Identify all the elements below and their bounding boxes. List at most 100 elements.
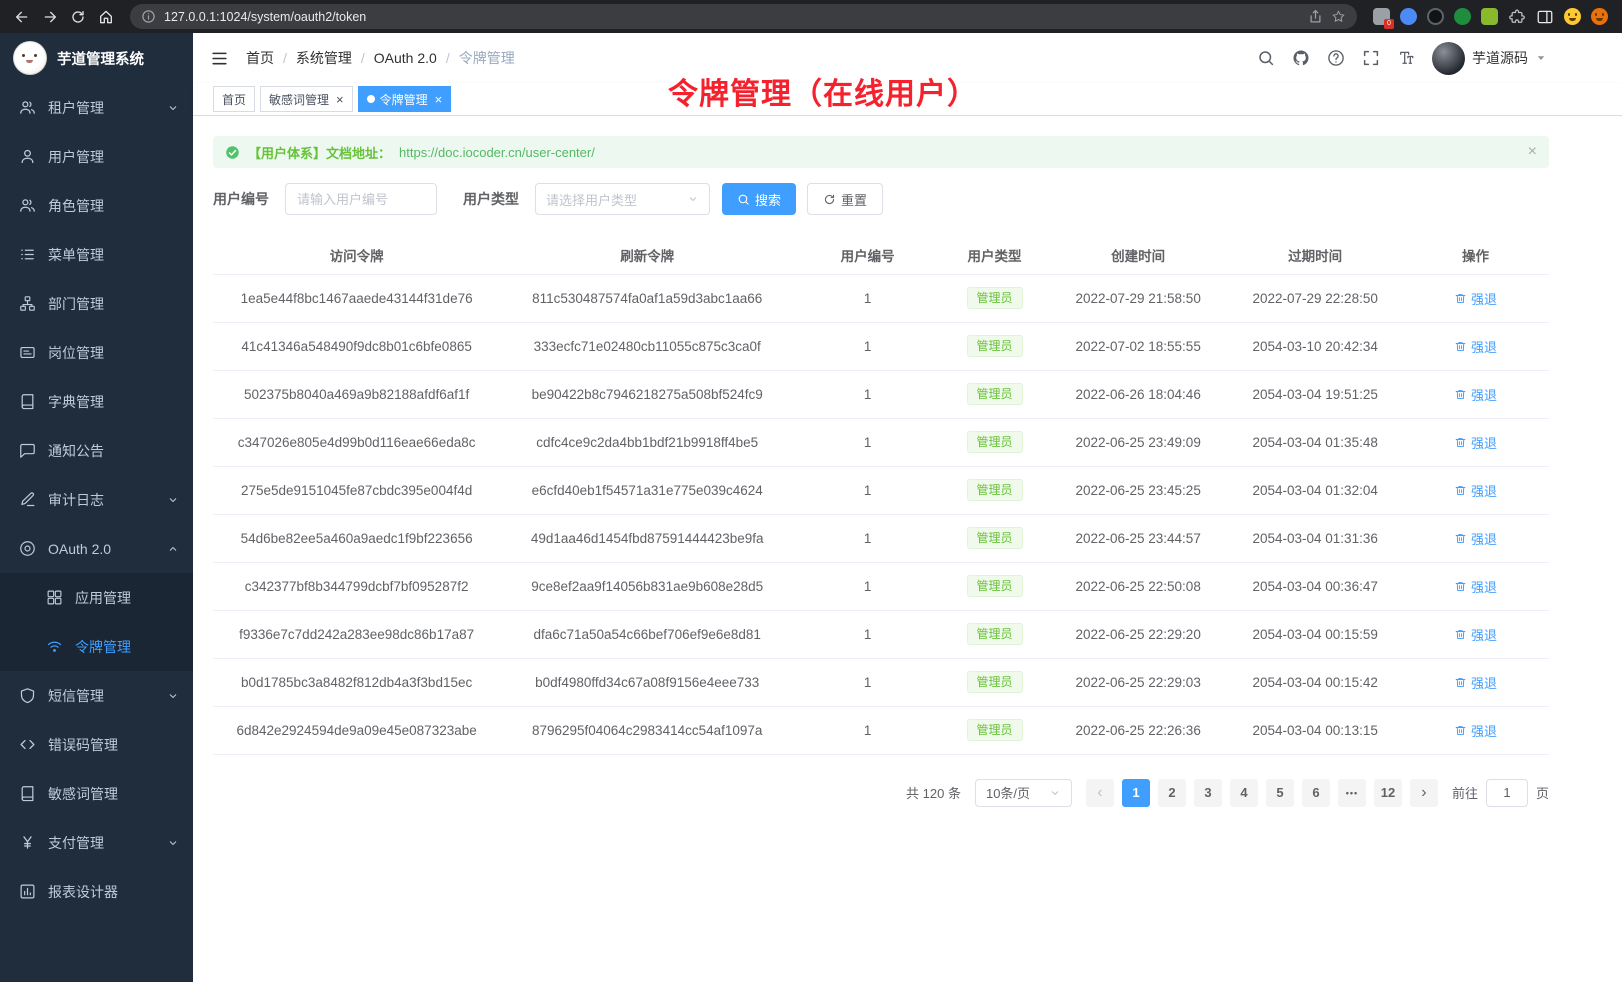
search-button-label: 搜索 [755, 190, 781, 209]
trash-icon [1454, 676, 1467, 689]
page-button-4[interactable]: 4 [1230, 779, 1258, 807]
page-button-5[interactable]: 5 [1266, 779, 1294, 807]
user-type-select[interactable]: 请选择用户类型 [535, 183, 710, 215]
sidebar-item-sms[interactable]: 短信管理 [0, 671, 193, 720]
force-logout-button[interactable]: 强退 [1454, 673, 1497, 692]
sidebar-item-error-code[interactable]: 错误码管理 [0, 720, 193, 769]
sidebar-item-role[interactable]: 角色管理 [0, 181, 193, 230]
force-logout-label: 强退 [1471, 385, 1497, 404]
sidebar-subitem-token[interactable]: 令牌管理 [0, 622, 193, 671]
browser-forward-icon[interactable] [38, 5, 62, 29]
breadcrumb-item[interactable]: 首页 [246, 48, 274, 68]
sidebar-item-sensitive-word[interactable]: 敏感词管理 [0, 769, 193, 818]
sidebar-item-tenant[interactable]: 租户管理 [0, 83, 193, 132]
user-menu[interactable]: 芋道源码 [1432, 42, 1547, 75]
sidebar-item-user[interactable]: 用户管理 [0, 132, 193, 181]
access-token-cell: 54d6be82ee5a460a9aedc1f9bf223656 [213, 514, 500, 562]
force-logout-label: 强退 [1471, 577, 1497, 596]
sidebar-item-oauth2[interactable]: OAuth 2.0 [0, 524, 193, 573]
sidebar-item-pay[interactable]: 支付管理 [0, 818, 193, 867]
force-logout-button[interactable]: 强退 [1454, 433, 1497, 452]
chevron-up-icon [167, 543, 179, 555]
extension-blue-icon[interactable] [1400, 8, 1417, 25]
page-button-12[interactable]: 12 [1374, 779, 1402, 807]
tab-sensitive-word[interactable]: 敏感词管理× [260, 86, 353, 112]
force-logout-button[interactable]: 强退 [1454, 721, 1497, 740]
extension-green-icon[interactable] [1454, 8, 1471, 25]
fullscreen-icon[interactable] [1362, 49, 1380, 67]
tab-close-icon[interactable]: × [336, 93, 344, 106]
search-button[interactable]: 搜索 [722, 183, 796, 215]
tab-close-icon[interactable]: × [435, 93, 443, 106]
browser-refresh-icon[interactable] [66, 5, 90, 29]
force-logout-label: 强退 [1471, 337, 1497, 356]
breadcrumb-item[interactable]: 系统管理 [296, 48, 352, 68]
sidebar-toggle-icon[interactable] [210, 49, 229, 68]
tab-home[interactable]: 首页 [213, 86, 255, 112]
force-logout-button[interactable]: 强退 [1454, 577, 1497, 596]
sidebar-subitem-app[interactable]: 应用管理 [0, 573, 193, 622]
font-size-icon[interactable] [1397, 49, 1415, 67]
extension-badge-icon[interactable] [1373, 8, 1390, 25]
force-logout-button[interactable]: 强退 [1454, 625, 1497, 644]
browser-back-icon[interactable] [10, 5, 34, 29]
alert-close-icon[interactable]: × [1528, 144, 1537, 160]
next-page-button[interactable]: › [1410, 779, 1438, 807]
extensions-puzzle-icon[interactable] [1508, 8, 1526, 26]
tab-token[interactable]: 令牌管理× [358, 86, 452, 112]
extension-lime-icon[interactable] [1481, 8, 1498, 25]
user-type-cell: 管理员 [941, 658, 1048, 706]
trash-icon [1454, 340, 1467, 353]
sidebar-item-notice[interactable]: 通知公告 [0, 426, 193, 475]
browser-profile-avatar[interactable] [1591, 8, 1608, 25]
reset-button[interactable]: 重置 [807, 183, 883, 215]
bookmark-star-icon[interactable] [1331, 9, 1346, 24]
alert-doc-link[interactable]: https://doc.iocoder.cn/user-center/ [399, 145, 595, 160]
breadcrumb-item[interactable]: OAuth 2.0 [374, 50, 437, 66]
sidebar-item-menu[interactable]: 菜单管理 [0, 230, 193, 279]
force-logout-button[interactable]: 强退 [1454, 337, 1497, 356]
expire-time-cell: 2054-03-04 01:32:04 [1228, 466, 1402, 514]
user-id-input[interactable] [285, 183, 437, 215]
extension-dark-icon[interactable] [1427, 8, 1444, 25]
goto-page-input[interactable] [1486, 779, 1528, 807]
sidebar-item-post[interactable]: 岗位管理 [0, 328, 193, 377]
table-row: b0d1785bc3a8482f812db4a3f3bd15ecb0df4980… [213, 658, 1549, 706]
more-pages-button[interactable]: ••• [1338, 779, 1366, 807]
force-logout-button[interactable]: 强退 [1454, 385, 1497, 404]
github-icon[interactable] [1292, 49, 1310, 67]
page-size-value: 10条/页 [986, 783, 1049, 802]
page-button-3[interactable]: 3 [1194, 779, 1222, 807]
sidebar-item-dept[interactable]: 部门管理 [0, 279, 193, 328]
sidebar-item-dict[interactable]: 字典管理 [0, 377, 193, 426]
page-size-select[interactable]: 10条/页 [975, 779, 1072, 807]
action-cell: 强退 [1402, 466, 1549, 514]
browser-address-bar[interactable]: 127.0.0.1:1024/system/oauth2/token [130, 4, 1357, 29]
page-button-6[interactable]: 6 [1302, 779, 1330, 807]
page-button-1[interactable]: 1 [1122, 779, 1150, 807]
browser-home-icon[interactable] [94, 5, 118, 29]
breadcrumb-item: 令牌管理 [459, 48, 515, 68]
user-id-label: 用户编号 [213, 189, 269, 209]
side-panel-icon[interactable] [1536, 8, 1554, 26]
breadcrumb-separator: / [361, 50, 365, 66]
share-icon[interactable] [1308, 9, 1323, 24]
sidebar-item-report[interactable]: 报表设计器 [0, 867, 193, 916]
app-logo[interactable]: 芋道管理系统 [0, 33, 193, 83]
profile-smiley-icon[interactable] [1564, 8, 1581, 25]
force-logout-button[interactable]: 强退 [1454, 529, 1497, 548]
help-icon[interactable] [1327, 49, 1345, 67]
select-arrow-icon [687, 193, 699, 205]
page-button-2[interactable]: 2 [1158, 779, 1186, 807]
search-icon[interactable] [1257, 49, 1275, 67]
site-info-icon[interactable] [141, 9, 156, 24]
prev-page-button[interactable]: ‹ [1086, 779, 1114, 807]
sidebar-item-audit-log[interactable]: 审计日志 [0, 475, 193, 524]
force-logout-button[interactable]: 强退 [1454, 289, 1497, 308]
sidebar-item-label: 字典管理 [48, 392, 104, 412]
sidebar-item-label: 报表设计器 [48, 882, 118, 902]
user-type-tag: 管理员 [967, 671, 1023, 693]
access-token-cell: 1ea5e44f8bc1467aaede43144f31de76 [213, 274, 500, 322]
force-logout-button[interactable]: 强退 [1454, 481, 1497, 500]
message-icon [19, 442, 36, 459]
